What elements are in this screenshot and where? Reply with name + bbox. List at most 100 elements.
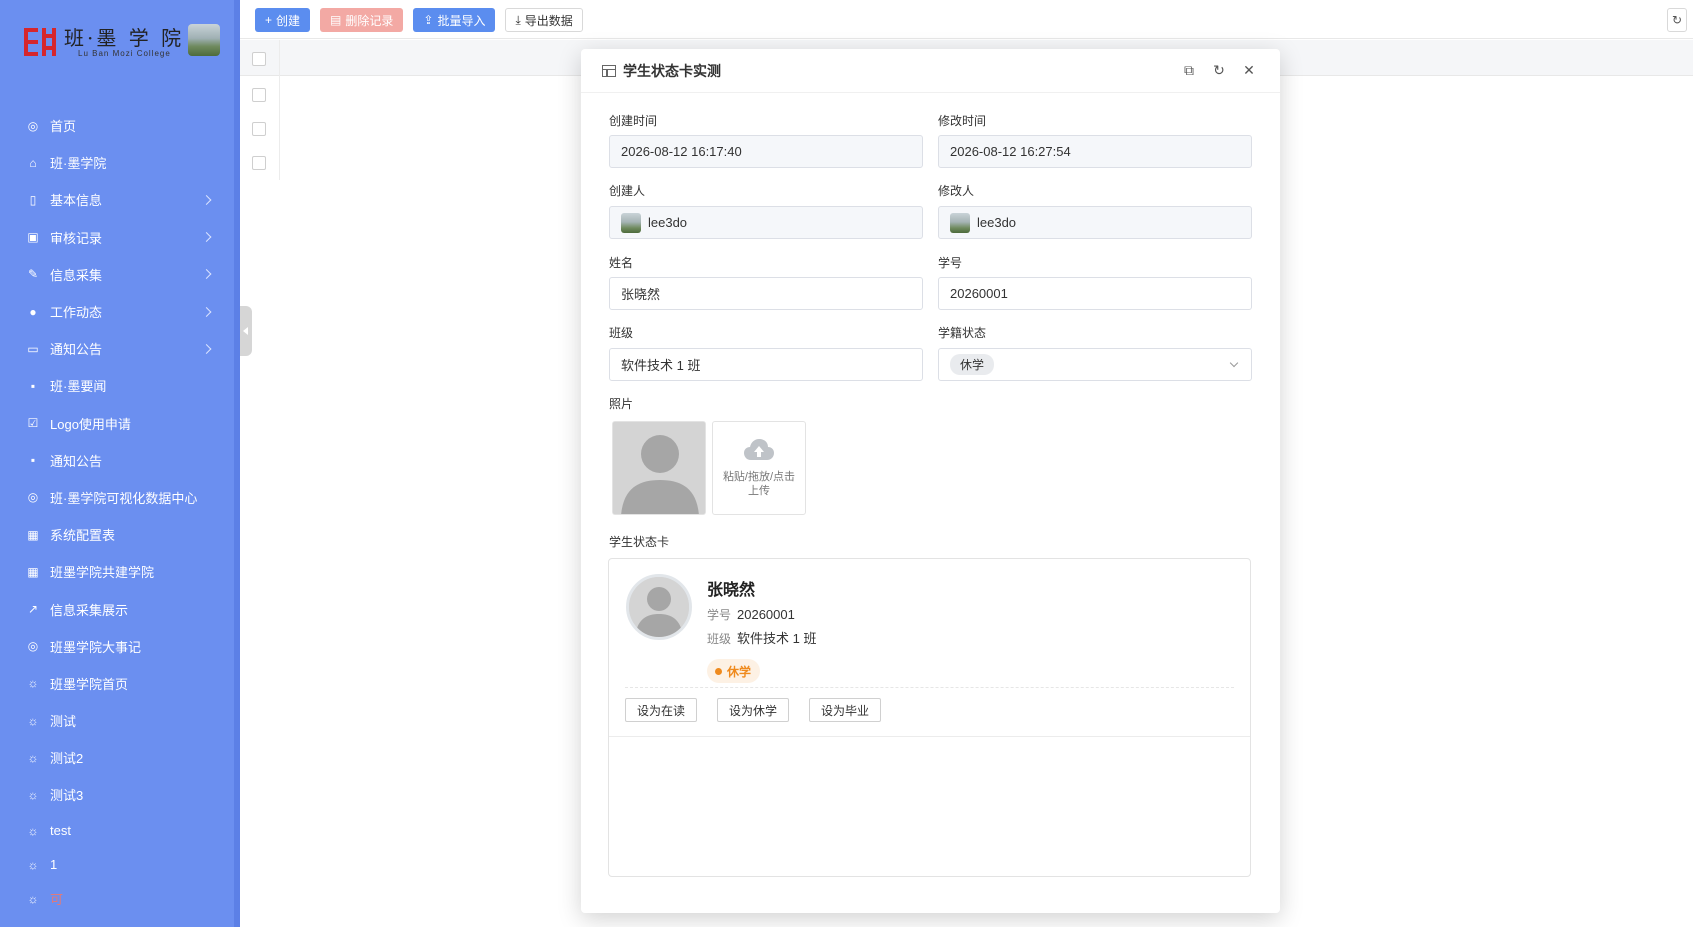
sidebar-item-college[interactable]: ⌂ 班·墨学院	[0, 144, 234, 181]
status-select[interactable]: 休学	[938, 348, 1252, 381]
sidebar-item-basic-info[interactable]: ▯ 基本信息	[0, 181, 234, 218]
bug-icon: ☼	[27, 787, 39, 802]
toolbar-divider	[240, 38, 1693, 39]
name-label: 姓名	[609, 256, 634, 270]
sidebar-item-partner[interactable]: ▦ 班墨学院共建学院	[0, 553, 234, 590]
refresh-button[interactable]: ↻	[1667, 8, 1687, 32]
sidebar-item-test2[interactable]: ☼ 测试2	[0, 739, 234, 776]
student-status-card: 张晓然 学号 20260001 班级 软件技术 1 班 休学 设为在读 设为休学 设…	[609, 559, 1250, 737]
bug-icon: ☼	[27, 857, 39, 872]
table-icon: ▦	[27, 564, 39, 579]
image-check-icon: ☑	[27, 416, 39, 431]
message-icon: ▭	[27, 341, 39, 356]
logo-title: 班·墨 学 院	[64, 25, 185, 50]
line-chart-icon: ↗	[27, 602, 39, 617]
created-at-field[interactable]: 2026-08-12 16:17:40	[609, 135, 923, 168]
class-label: 班级	[609, 326, 634, 340]
table-icon	[602, 64, 616, 77]
sidebar-collapse-handle[interactable]	[240, 306, 252, 356]
sidebar-item-ke[interactable]: ☼ 可	[0, 882, 234, 916]
photo-upload-area[interactable]: 粘贴/拖放/点击上传	[712, 421, 806, 515]
sidebar-item-audit[interactable]: ▣ 审核记录	[0, 219, 234, 256]
cloud-upload-icon	[744, 439, 774, 460]
chevron-right-icon	[201, 232, 212, 243]
logo-subtitle: Lu Ban Mozi College	[78, 48, 171, 58]
sidebar-item-work-news[interactable]: ● 工作动态	[0, 293, 234, 330]
export-button[interactable]: ⤓ 导出数据	[505, 8, 583, 32]
sidebar-item-test-en[interactable]: ☼ test	[0, 814, 234, 848]
bug-icon: ☼	[27, 676, 39, 691]
avatar	[621, 212, 641, 233]
trash-icon: ▤	[330, 13, 342, 27]
upload-icon: ⇪	[423, 13, 434, 27]
status-tag: 休学	[950, 354, 995, 375]
sidebar-item-notice[interactable]: ▭ 通知公告	[0, 330, 234, 367]
chevron-right-icon	[201, 306, 212, 317]
chat-icon: ▪	[30, 378, 36, 393]
home-icon: ⌂	[29, 155, 37, 170]
sidebar-item-notice-2[interactable]: ▪ 通知公告	[0, 442, 234, 479]
status-dot-icon	[715, 667, 722, 675]
class-input[interactable]: 软件技术 1 班	[609, 348, 923, 381]
sidebar-item-test[interactable]: ☼ 测试	[0, 702, 234, 739]
open-external-icon[interactable]: ⧉	[1180, 59, 1198, 81]
avatar	[626, 574, 692, 640]
modal-header: 学生状态卡实测 ⧉ ↻ ✕	[581, 49, 1280, 93]
sidebar-item-test3[interactable]: ☼ 测试3	[0, 776, 234, 813]
sidebar-item-collect-show[interactable]: ↗ 信息采集展示	[0, 590, 234, 627]
card-divider	[625, 687, 1234, 688]
card-class: 班级 软件技术 1 班	[707, 631, 817, 646]
sidebar-item-news[interactable]: ▪ 班·墨要闻	[0, 367, 234, 404]
chevron-down-icon	[1229, 358, 1239, 368]
created-at-label: 创建时间	[609, 114, 658, 128]
plus-icon: +	[265, 13, 273, 27]
chat-icon: ▪	[30, 453, 36, 468]
sidebar-item-data-center[interactable]: ◎ 班·墨学院可视化数据中心	[0, 479, 234, 516]
briefcase-icon: ▣	[27, 230, 39, 245]
chevron-right-icon	[201, 343, 212, 354]
select-all-checkbox[interactable]	[252, 52, 266, 66]
globe-icon: ◎	[27, 490, 39, 505]
sidebar-item-1[interactable]: ☼ 1	[0, 848, 234, 882]
delete-button[interactable]: ▤ 删除记录	[320, 8, 404, 32]
set-studying-button[interactable]: 设为在读	[625, 698, 698, 722]
row-checkbox[interactable]	[252, 122, 266, 136]
modal-title: 学生状态卡实测	[623, 62, 721, 79]
globe-icon: ◎	[27, 639, 39, 654]
set-graduate-button[interactable]: 设为毕业	[809, 698, 882, 722]
modifier-label: 修改人	[938, 184, 975, 198]
student-no-label: 学号	[938, 256, 963, 270]
status-card-container: 张晓然 学号 20260001 班级 软件技术 1 班 休学 设为在读 设为休学 设…	[608, 558, 1251, 877]
creator-label: 创建人	[609, 184, 646, 198]
sidebar-item-config[interactable]: ▦ 系统配置表	[0, 516, 234, 553]
user-avatar[interactable]	[188, 24, 220, 56]
sidebar: 班·墨 学 院 Lu Ban Mozi College ◎ 首页 ⌂ 班·墨学院 ▯…	[0, 0, 240, 927]
student-no-input[interactable]: 20260001	[938, 277, 1252, 310]
chevron-right-icon	[201, 195, 212, 205]
set-suspend-button[interactable]: 设为休学	[717, 698, 790, 722]
sidebar-item-collect[interactable]: ✎ 信息采集	[0, 256, 234, 293]
sidebar-item-events[interactable]: ◎ 班墨学院大事记	[0, 628, 234, 665]
bug-icon: ☼	[27, 823, 39, 838]
status-label: 学籍状态	[938, 326, 987, 340]
sidebar-item-home[interactable]: ◎ 首页	[0, 107, 234, 144]
bug-icon: ☼	[27, 713, 39, 728]
book-icon: ▯	[29, 192, 37, 207]
row-checkbox[interactable]	[252, 88, 266, 102]
import-button[interactable]: ⇪ 批量导入	[413, 8, 496, 32]
modifier-field[interactable]: lee3do	[938, 206, 1252, 239]
sidebar-item-logo-apply[interactable]: ☑ Logo使用申请	[0, 405, 234, 442]
bug-icon: ☼	[27, 750, 39, 765]
create-button[interactable]: + 创建	[255, 8, 311, 32]
creator-field[interactable]: lee3do	[609, 206, 923, 239]
updated-at-field[interactable]: 2026-08-12 16:27:54	[938, 135, 1252, 168]
bug-icon: ☼	[27, 891, 39, 906]
close-icon[interactable]: ✕	[1240, 59, 1258, 81]
name-input[interactable]: 张晓然	[609, 277, 923, 310]
row-checkbox[interactable]	[252, 156, 266, 170]
card-student-no: 学号 20260001	[707, 607, 795, 622]
avatar	[950, 212, 970, 233]
reload-icon[interactable]: ↻	[1210, 59, 1228, 81]
photo-thumbnail[interactable]	[612, 421, 706, 515]
sidebar-item-college-home[interactable]: ☼ 班墨学院首页	[0, 665, 234, 702]
